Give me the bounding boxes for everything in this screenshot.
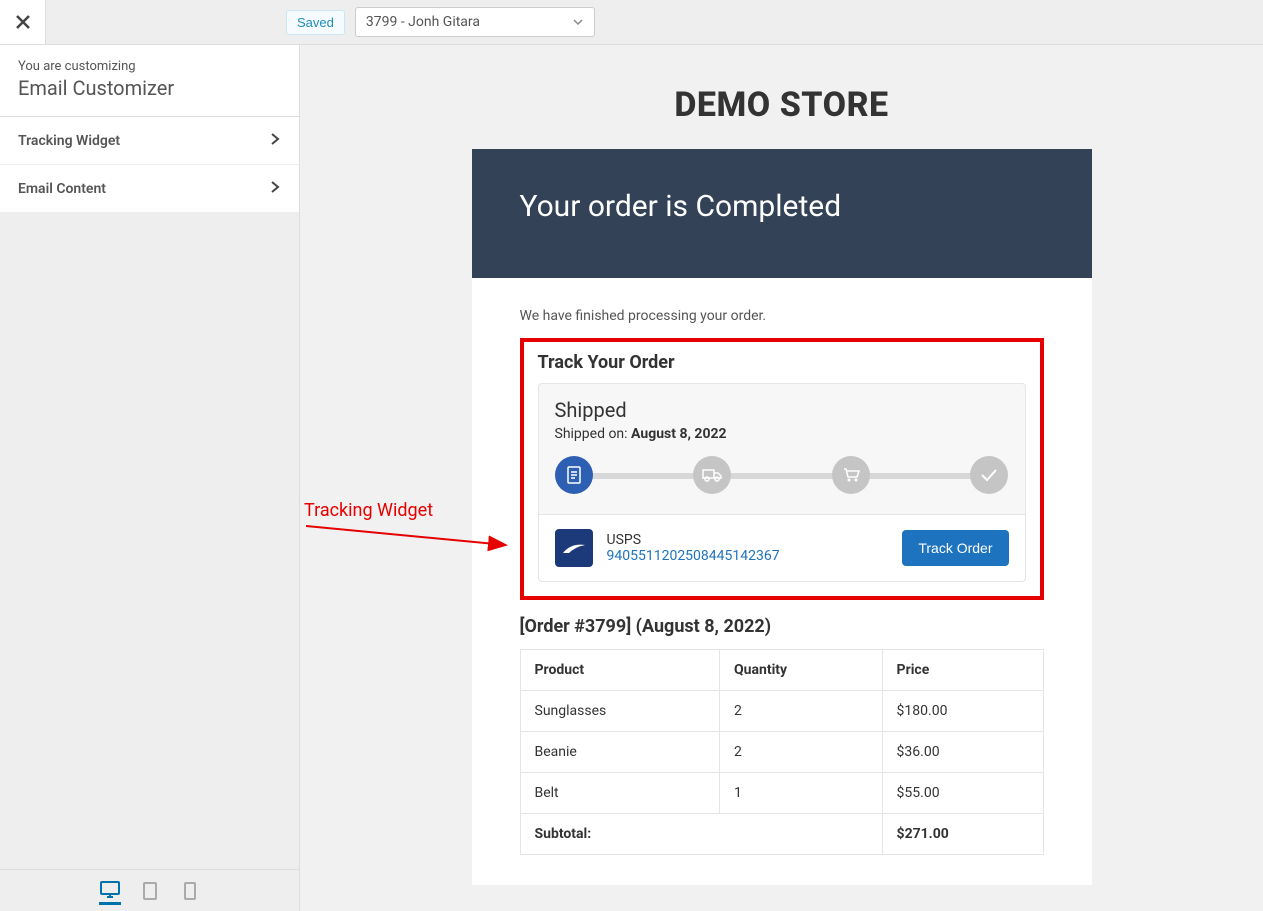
processed-message: We have finished processing your order. xyxy=(520,308,1044,324)
sidebar-item-email-content[interactable]: Email Content xyxy=(0,165,299,213)
tablet-icon xyxy=(142,882,158,900)
device-bar xyxy=(0,869,299,911)
chevron-right-icon xyxy=(269,179,281,198)
progress-step-delivered xyxy=(970,456,1008,494)
you-are-text: You are customizing xyxy=(18,59,281,74)
table-row: Beanie 2 $36.00 xyxy=(520,732,1043,773)
subtotal-value: $271.00 xyxy=(882,814,1043,855)
order-table: Product Quantity Price Sunglasses 2 $180… xyxy=(520,649,1044,855)
shipped-on-date: August 8, 2022 xyxy=(631,426,727,442)
section-title: Email Customizer xyxy=(18,76,281,100)
progress-step-ordered xyxy=(555,456,593,494)
tablet-view-button[interactable] xyxy=(139,880,161,902)
cell-product: Sunglasses xyxy=(520,691,720,732)
shipping-progress xyxy=(555,456,1009,496)
document-icon xyxy=(566,466,582,484)
cell-qty: 1 xyxy=(720,773,883,814)
cell-qty: 2 xyxy=(720,691,883,732)
carrier-name: USPS xyxy=(607,532,780,548)
ship-date-row: Shipped on: August 8, 2022 xyxy=(539,426,1025,456)
mobile-view-button[interactable] xyxy=(179,880,201,902)
col-quantity: Quantity xyxy=(720,650,883,691)
order-heading: [Order #3799] (August 8, 2022) xyxy=(520,616,1044,637)
tracking-widget-highlight: Track Your Order Shipped Shipped on: Aug… xyxy=(520,338,1044,600)
progress-step-outfordelivery xyxy=(832,456,870,494)
cart-icon xyxy=(842,467,860,483)
progress-step-shipped xyxy=(693,456,731,494)
sidebar-item-tracking-widget[interactable]: Tracking Widget xyxy=(0,117,299,165)
cell-product: Belt xyxy=(520,773,720,814)
store-title: DEMO STORE xyxy=(472,85,1092,125)
cell-qty: 2 xyxy=(720,732,883,773)
order-select-value: 3799 - Jonh Gitara xyxy=(366,14,480,30)
track-card: Shipped Shipped on: August 8, 2022 xyxy=(538,383,1026,582)
topbar: Saved 3799 - Jonh Gitara xyxy=(0,0,1263,45)
order-select[interactable]: 3799 - Jonh Gitara xyxy=(355,7,595,37)
sidebar-item-label: Email Content xyxy=(18,181,106,197)
tracking-number-link[interactable]: 940551120250844514​2367 xyxy=(607,548,780,564)
truck-icon xyxy=(702,467,722,483)
subtotal-label: Subtotal: xyxy=(520,814,882,855)
carrier-row: USPS 940551120250844514​2367 Track Order xyxy=(539,514,1025,581)
saved-button[interactable]: Saved xyxy=(286,10,345,35)
email-card: Your order is Completed We have finished… xyxy=(472,149,1092,885)
preview-pane: Tracking Widget DEMO STORE Your order is… xyxy=(300,45,1263,911)
close-button[interactable] xyxy=(0,0,46,44)
desktop-icon xyxy=(100,881,120,899)
col-product: Product xyxy=(520,650,720,691)
mobile-icon xyxy=(184,882,196,900)
email-header-title: Your order is Completed xyxy=(520,189,1044,224)
customizing-header: You are customizing Email Customizer xyxy=(0,45,299,117)
sidebar: You are customizing Email Customizer Tra… xyxy=(0,45,300,911)
eagle-icon xyxy=(561,539,587,557)
usps-logo xyxy=(555,529,593,567)
table-row: Sunglasses 2 $180.00 xyxy=(520,691,1043,732)
chevron-right-icon xyxy=(269,131,281,150)
cell-price: $36.00 xyxy=(882,732,1043,773)
close-icon xyxy=(15,14,31,30)
annotation-label: Tracking Widget xyxy=(304,500,433,521)
ship-status: Shipped xyxy=(539,384,1025,426)
shipped-on-label: Shipped on: xyxy=(555,426,632,442)
table-row: Belt 1 $55.00 xyxy=(520,773,1043,814)
cell-price: $180.00 xyxy=(882,691,1043,732)
desktop-view-button[interactable] xyxy=(99,883,121,905)
email-header: Your order is Completed xyxy=(472,149,1092,278)
track-heading: Track Your Order xyxy=(538,352,1026,373)
col-price: Price xyxy=(882,650,1043,691)
check-icon xyxy=(980,468,998,482)
sidebar-item-label: Tracking Widget xyxy=(18,133,120,149)
track-order-button[interactable]: Track Order xyxy=(902,530,1008,566)
chevron-down-icon xyxy=(572,16,584,28)
subtotal-row: Subtotal: $271.00 xyxy=(520,814,1043,855)
cell-product: Beanie xyxy=(520,732,720,773)
cell-price: $55.00 xyxy=(882,773,1043,814)
